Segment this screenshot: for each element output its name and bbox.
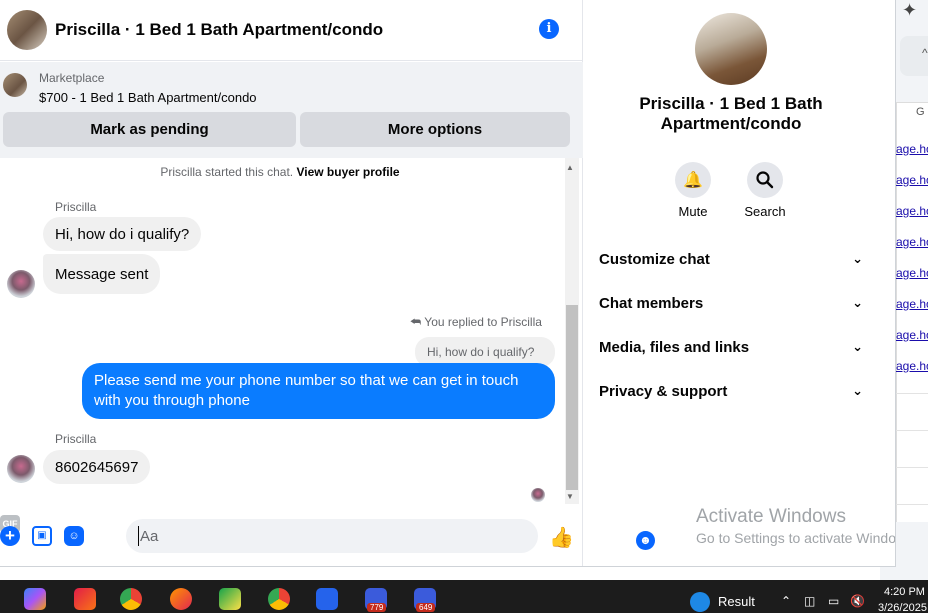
background-link[interactable]: age.ho bbox=[896, 359, 928, 373]
message-bubble[interactable]: Message sent bbox=[43, 254, 161, 294]
activate-windows-title: Activate Windows bbox=[696, 506, 846, 527]
chevron-down-icon: ⌄ bbox=[852, 383, 863, 398]
table-divider bbox=[896, 504, 928, 505]
like-icon[interactable]: 👍 bbox=[549, 525, 574, 550]
notification-badge: 649 bbox=[416, 603, 436, 612]
volume-muted-icon[interactable]: 🔇 bbox=[850, 594, 865, 608]
sender-name: Priscilla bbox=[55, 432, 97, 446]
details-title: Priscilla · 1 Bed 1 Bath Apartment/condo bbox=[639, 94, 823, 133]
background-link[interactable]: age.ho bbox=[896, 266, 928, 280]
section-privacy-support[interactable]: Privacy & support ⌄ bbox=[599, 379, 863, 403]
sticker-icon[interactable]: ☺ bbox=[64, 526, 84, 546]
table-divider bbox=[896, 393, 928, 394]
bell-icon: 🔔 bbox=[675, 162, 711, 198]
sender-avatar[interactable] bbox=[7, 270, 35, 298]
collapse-up-icon[interactable]: ^ bbox=[900, 36, 928, 76]
message-bubble[interactable]: 8602645697 bbox=[43, 450, 151, 484]
section-label: Privacy & support bbox=[599, 382, 728, 400]
camera-icon[interactable]: ◫ bbox=[804, 594, 815, 608]
copilot-icon[interactable] bbox=[24, 588, 46, 610]
section-label: Customize chat bbox=[599, 250, 710, 268]
table-divider bbox=[896, 467, 928, 468]
listing-card: Marketplace $700 - 1 Bed 1 Bath Apartmen… bbox=[0, 62, 583, 158]
composer: + ▣ ☺ GIF ☻ 👍 bbox=[0, 515, 655, 566]
mark-as-pending-button[interactable]: Mark as pending bbox=[3, 112, 296, 147]
chat-panel: Priscilla · 1 Bed 1 Bath Apartment/condo… bbox=[0, 0, 655, 566]
message-bubble[interactable]: Hi, how do i qualify? bbox=[43, 217, 202, 251]
scroll-up-arrow-icon[interactable]: ▲ bbox=[566, 163, 574, 172]
security-shield-icon[interactable] bbox=[316, 588, 338, 610]
background-link[interactable]: age.ho bbox=[896, 204, 928, 218]
network-icon[interactable]: ▭ bbox=[828, 594, 839, 608]
cricket-icon[interactable] bbox=[690, 592, 710, 612]
mute-label: Mute bbox=[678, 204, 708, 219]
clock-time[interactable]: 4:20 PM bbox=[884, 586, 925, 598]
message-input[interactable] bbox=[138, 526, 498, 546]
search-icon bbox=[747, 162, 783, 198]
chevron-down-icon: ⌄ bbox=[852, 295, 863, 310]
background-link[interactable]: age.ho bbox=[896, 235, 928, 249]
notification-badge: 779 bbox=[367, 603, 387, 612]
photo-icon[interactable]: ▣ bbox=[32, 526, 52, 546]
reply-arrow-icon: ⮪ bbox=[410, 315, 422, 329]
chevron-down-icon: ⌄ bbox=[852, 251, 863, 266]
mute-button[interactable]: 🔔 Mute bbox=[663, 162, 723, 219]
clock-date[interactable]: 3/26/2025 bbox=[878, 602, 927, 613]
message-list: Priscilla started this chat. View buyer … bbox=[0, 158, 583, 514]
background-link[interactable]: age.ho bbox=[896, 328, 928, 342]
search-label: Search bbox=[744, 204, 786, 219]
section-label: Chat members bbox=[599, 294, 704, 312]
result-widget[interactable]: Result bbox=[718, 594, 755, 609]
seen-avatar bbox=[531, 488, 545, 502]
section-label: Media, files and links bbox=[599, 338, 750, 356]
section-chat-members[interactable]: Chat members ⌄ bbox=[599, 291, 863, 315]
reply-label: ⮪ You replied to Priscilla bbox=[410, 315, 542, 330]
chat-started-text: Priscilla started this chat. bbox=[160, 165, 294, 179]
sender-avatar[interactable] bbox=[7, 455, 35, 483]
avatar[interactable] bbox=[695, 13, 767, 85]
taskbar: 779 649 Result ⌃ ◫ ▭ 🔇 4:20 PM 3/26/2025 bbox=[0, 580, 928, 613]
outgoing-message-bubble[interactable]: Please send me your phone number so that… bbox=[82, 363, 555, 419]
background-link[interactable]: age.ho bbox=[896, 142, 928, 156]
activate-windows-subtitle: Go to Settings to activate Windows. bbox=[696, 530, 896, 546]
firefox-icon[interactable] bbox=[170, 588, 192, 610]
reply-label-text: You replied to Priscilla bbox=[424, 315, 542, 329]
listing-kicker: Marketplace bbox=[39, 71, 105, 85]
info-icon[interactable]: i bbox=[539, 19, 559, 39]
chrome-icon[interactable] bbox=[120, 588, 142, 610]
table-divider bbox=[896, 430, 928, 431]
notepad-icon[interactable] bbox=[219, 588, 241, 610]
app-icon[interactable] bbox=[74, 588, 96, 610]
chevron-up-icon[interactable]: ⌃ bbox=[781, 594, 791, 608]
section-media-files-links[interactable]: Media, files and links ⌄ bbox=[599, 335, 863, 359]
details-panel: Priscilla · 1 Bed 1 Bath Apartment/condo… bbox=[583, 0, 895, 566]
scrollbar-thumb[interactable] bbox=[566, 305, 578, 490]
scroll-down-arrow-icon[interactable]: ▼ bbox=[566, 492, 574, 501]
more-options-button[interactable]: More options bbox=[300, 112, 570, 147]
section-customize-chat[interactable]: Customize chat ⌄ bbox=[599, 247, 863, 271]
background-table bbox=[896, 102, 928, 522]
sender-name: Priscilla bbox=[55, 200, 97, 214]
view-buyer-profile-link[interactable]: View buyer profile bbox=[296, 165, 399, 179]
messenger-window: Priscilla · 1 Bed 1 Bath Apartment/condo… bbox=[0, 0, 896, 567]
chrome-profile-icon[interactable] bbox=[268, 588, 290, 610]
chat-title[interactable]: Priscilla · 1 Bed 1 Bath Apartment/condo bbox=[55, 20, 383, 40]
listing-name[interactable]: $700 - 1 Bed 1 Bath Apartment/condo bbox=[39, 90, 257, 105]
background-link[interactable]: age.ho bbox=[896, 297, 928, 311]
search-button[interactable]: Search bbox=[735, 162, 795, 219]
background-column-header: G bbox=[916, 106, 925, 118]
add-icon[interactable]: + bbox=[0, 526, 20, 546]
background-link[interactable]: age.ho bbox=[896, 173, 928, 187]
message-input-box[interactable]: ☻ bbox=[126, 519, 655, 553]
sparkle-icon[interactable]: ✦ bbox=[902, 0, 917, 21]
chevron-down-icon: ⌄ bbox=[852, 339, 863, 354]
chat-started-notice: Priscilla started this chat. View buyer … bbox=[0, 165, 560, 179]
chat-header: Priscilla · 1 Bed 1 Bath Apartment/condo bbox=[0, 0, 582, 61]
avatar[interactable] bbox=[7, 10, 47, 50]
listing-thumbnail[interactable] bbox=[3, 73, 27, 97]
